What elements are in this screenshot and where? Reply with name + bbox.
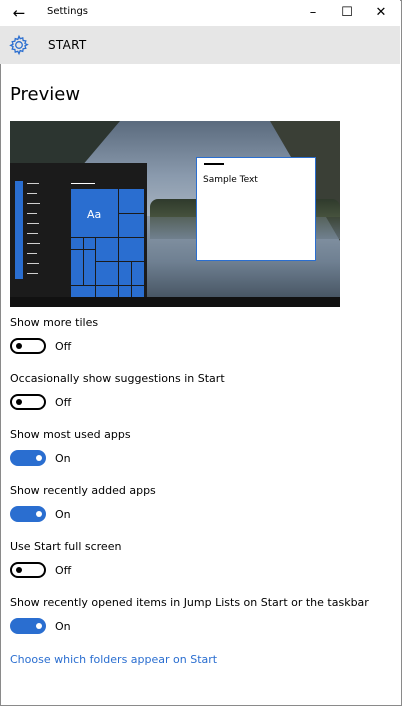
page-header: START bbox=[0, 26, 400, 64]
setting-toggle[interactable] bbox=[10, 394, 46, 410]
window-title: Settings bbox=[47, 6, 89, 17]
setting-state: On bbox=[55, 620, 71, 633]
preview-sample-window: Sample Text bbox=[196, 157, 316, 261]
preview-tiles: Aa bbox=[71, 189, 144, 297]
preview-group-header bbox=[71, 183, 95, 184]
setting-label: Show recently added apps bbox=[10, 484, 156, 497]
toggle-knob bbox=[16, 399, 22, 405]
gear-icon bbox=[9, 34, 29, 56]
arrow-left-icon: ← bbox=[12, 4, 26, 22]
preview-heading: Preview bbox=[10, 84, 81, 105]
toggle-knob bbox=[36, 455, 42, 461]
preview-sample-titlebar bbox=[204, 163, 224, 165]
setting-state: Off bbox=[55, 396, 72, 409]
setting-toggle[interactable] bbox=[10, 562, 46, 578]
setting-label: Show more tiles bbox=[10, 316, 99, 329]
setting-state: Off bbox=[55, 340, 72, 353]
title-bar: ← Settings – ☐ ✕ bbox=[0, 0, 400, 26]
preview-tile-label: Aa bbox=[87, 208, 102, 221]
preview-start-menu: Aa bbox=[10, 163, 147, 307]
setting-state: On bbox=[55, 452, 71, 465]
toggle-knob bbox=[36, 511, 42, 517]
start-preview-image: Aa Sample Text bbox=[10, 121, 340, 307]
setting-state: Off bbox=[55, 564, 72, 577]
setting-label: Use Start full screen bbox=[10, 540, 122, 553]
close-button[interactable]: ✕ bbox=[364, 0, 398, 26]
setting-label: Occasionally show suggestions in Start bbox=[10, 372, 225, 385]
toggle-knob bbox=[16, 567, 22, 573]
toggle-knob bbox=[16, 343, 22, 349]
maximize-button[interactable]: ☐ bbox=[330, 0, 364, 26]
preview-sample-text: Sample Text bbox=[203, 175, 258, 185]
page-title: START bbox=[48, 38, 87, 52]
preview-taskbar bbox=[10, 297, 340, 307]
minimize-button[interactable]: – bbox=[296, 0, 330, 26]
setting-toggle[interactable] bbox=[10, 450, 46, 466]
setting-state: On bbox=[55, 508, 71, 521]
preview-app-strip bbox=[15, 181, 23, 279]
toggle-knob bbox=[36, 623, 42, 629]
setting-toggle[interactable] bbox=[10, 506, 46, 522]
setting-label: Show most used apps bbox=[10, 428, 131, 441]
setting-label: Show recently opened items in Jump Lists… bbox=[10, 596, 369, 609]
choose-folders-link[interactable]: Choose which folders appear on Start bbox=[10, 653, 217, 666]
setting-toggle[interactable] bbox=[10, 618, 46, 634]
back-button[interactable]: ← bbox=[8, 3, 30, 23]
setting-toggle[interactable] bbox=[10, 338, 46, 354]
